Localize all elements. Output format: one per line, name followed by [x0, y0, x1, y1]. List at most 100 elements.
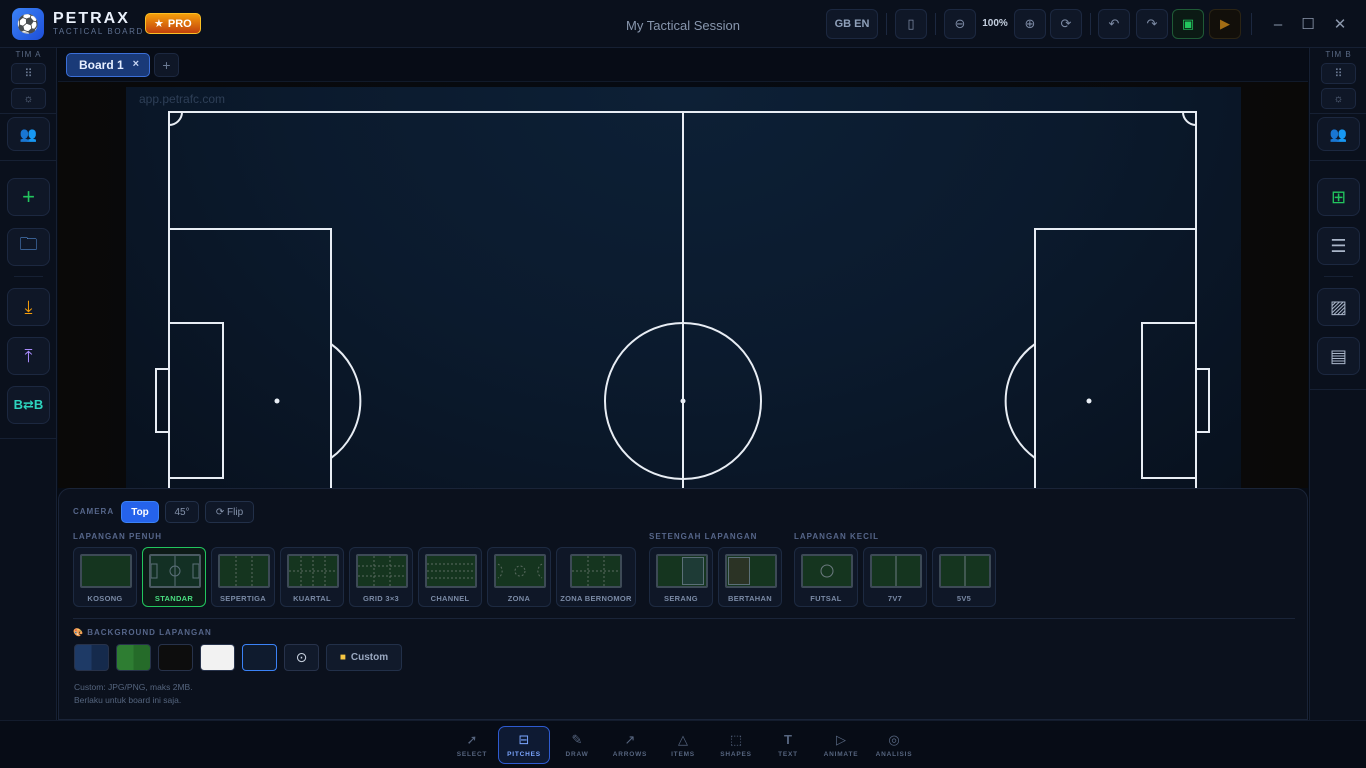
- board-tabs: Board 1 × +: [58, 48, 1308, 82]
- close-icon[interactable]: ✕: [1330, 14, 1350, 34]
- pitch-option-bertahan[interactable]: BERTAHAN: [718, 547, 782, 607]
- pitch-option-standar[interactable]: STANDAR: [142, 547, 206, 607]
- custom-background-button[interactable]: ■ Custom: [326, 644, 402, 671]
- language-button[interactable]: GB EN: [826, 9, 878, 39]
- brand-subtitle: TACTICAL BOARD: [53, 27, 144, 36]
- right-penalty-box: [1034, 228, 1197, 488]
- tool-items[interactable]: △ ITEMS: [657, 726, 709, 764]
- flip-button[interactable]: ⟳ Flip: [205, 501, 254, 523]
- pitch-option-label: GRID 3×3: [363, 594, 399, 603]
- image-icon[interactable]: ▨: [1317, 288, 1360, 326]
- players-icon[interactable]: 👥: [1317, 117, 1360, 151]
- app-window: ⚽ PETRAX TACTICAL BOARD ★ PRO My Tactical…: [0, 0, 1366, 768]
- players-icon[interactable]: 👥: [7, 117, 50, 151]
- color-picker-icon[interactable]: ⊙: [284, 644, 319, 671]
- sun-icon[interactable]: ☼: [11, 88, 46, 109]
- refresh-icon[interactable]: ⟳: [1050, 9, 1082, 39]
- download-icon[interactable]: ⤓: [7, 288, 50, 326]
- close-tab-icon[interactable]: ×: [133, 58, 139, 70]
- add-tab-button[interactable]: +: [154, 53, 179, 77]
- pitch-thumbnail: [287, 554, 339, 588]
- small-pitch-label: LAPANGAN KECIL: [794, 532, 879, 541]
- bg-swatch-navy[interactable]: [74, 644, 109, 671]
- left-penalty-spot: [274, 398, 280, 404]
- zoom-out-icon[interactable]: ⊖: [944, 9, 976, 39]
- pitch-thumbnail: [725, 554, 777, 588]
- folder-icon: ■: [339, 652, 346, 663]
- zoom-in-icon[interactable]: ⊕: [1014, 9, 1046, 39]
- half-pitch-label: SETENGAH LAPANGAN: [649, 532, 758, 541]
- camera-label: CAMERA: [73, 507, 115, 516]
- folder-icon[interactable]: 🗀: [7, 228, 50, 266]
- notes-icon[interactable]: ☰: [1317, 227, 1360, 265]
- session-title[interactable]: My Tactical Session: [583, 18, 783, 33]
- undo-icon[interactable]: ↶: [1098, 9, 1130, 39]
- grid-icon[interactable]: ⠿: [11, 63, 46, 84]
- pitch-option-kuartal[interactable]: KUARTAL: [280, 547, 344, 607]
- pitch-option-zona-bernomor[interactable]: ZONA BERNOMOR: [556, 547, 636, 607]
- tool-arrows[interactable]: ↗ ARROWS: [604, 726, 656, 764]
- bg-swatch-dark-blue[interactable]: [242, 644, 277, 671]
- pitch-option-kosong[interactable]: KOSONG: [73, 547, 137, 607]
- bg-swatch-green[interactable]: [116, 644, 151, 671]
- right-rail: TIM B ⠿ ☼ 👥 ⊞ ☰ ▨ ▤: [1309, 48, 1366, 720]
- pitch-option-5v5[interactable]: 5V5: [932, 547, 996, 607]
- pitch-thumbnail: [149, 554, 201, 588]
- pitch-option-label: 7V7: [887, 594, 903, 603]
- cone-icon: △: [678, 731, 688, 747]
- save-icon[interactable]: ▣: [1172, 9, 1204, 39]
- tool-animate[interactable]: ▷ ANIMATE: [815, 726, 867, 764]
- zoom-level: 100%: [982, 18, 1008, 29]
- tactical-canvas[interactable]: app.petrafc.com: [58, 82, 1308, 488]
- pitch-option-serang[interactable]: SERANG: [649, 547, 713, 607]
- bg-swatch-white[interactable]: [200, 644, 235, 671]
- pitch-option-label: ZONA: [507, 594, 531, 603]
- redo-icon[interactable]: ↷: [1136, 9, 1168, 39]
- sun-icon[interactable]: ☼: [1321, 88, 1356, 109]
- logo-icon: ⚽: [12, 8, 44, 40]
- minimize-icon[interactable]: –: [1268, 14, 1288, 34]
- pitch-option-7v7[interactable]: 7V7: [863, 547, 927, 607]
- tool-select[interactable]: ➚ SELECT: [446, 726, 498, 764]
- tab-label: Board 1: [79, 58, 124, 72]
- top-bar: ⚽ PETRAX TACTICAL BOARD ★ PRO My Tactical…: [0, 0, 1366, 48]
- team-a-label: TIM A: [15, 50, 42, 59]
- record-icon[interactable]: ▶: [1209, 9, 1241, 39]
- camera-45-button[interactable]: 45°: [165, 501, 199, 523]
- pitch-option-futsal[interactable]: FUTSAL: [794, 547, 858, 607]
- camera-top-button[interactable]: Top: [121, 501, 159, 523]
- pitch-thumbnail: [570, 554, 622, 588]
- pro-badge[interactable]: ★ PRO: [145, 13, 201, 34]
- attack-half-highlight: [682, 557, 704, 585]
- divider: [0, 160, 57, 161]
- pitch-option-grid[interactable]: GRID 3×3: [349, 547, 413, 607]
- pitch-thumbnail: [656, 554, 708, 588]
- pitch-thumbnail: [218, 554, 270, 588]
- upload-icon[interactable]: ⤒: [7, 337, 50, 375]
- pitch-option-label: ZONA BERNOMOR: [560, 594, 632, 603]
- right-goal-area: [1141, 322, 1197, 479]
- swap-icon[interactable]: B⇄B: [7, 386, 50, 424]
- tool-draw[interactable]: ✎ DRAW: [551, 726, 603, 764]
- grid-icon[interactable]: ⠿: [1321, 63, 1356, 84]
- tool-text[interactable]: T TEXT: [762, 726, 814, 764]
- tab-board-1[interactable]: Board 1 ×: [66, 53, 150, 77]
- pitch-option-sepertiga[interactable]: SEPERTIGA: [211, 547, 275, 607]
- tool-pitches[interactable]: ⊟ PITCHES: [498, 726, 550, 764]
- pitch-option-zona[interactable]: ZONA: [487, 547, 551, 607]
- maximize-icon[interactable]: ☐: [1298, 14, 1318, 34]
- pitch-thumbnail: [939, 554, 991, 588]
- pitch-option-label: KOSONG: [87, 594, 123, 603]
- bg-swatch-black[interactable]: [158, 644, 193, 671]
- add-icon[interactable]: +: [7, 178, 50, 216]
- tool-shapes[interactable]: ⬚ SHAPES: [710, 726, 762, 764]
- phone-icon[interactable]: ▯: [895, 9, 927, 39]
- analysis-icon: ◎: [888, 731, 900, 747]
- pitch-thumbnail: [80, 554, 132, 588]
- divider: [0, 113, 57, 114]
- corner-arc: [168, 111, 183, 126]
- pitch-option-channel[interactable]: CHANNEL: [418, 547, 482, 607]
- document-icon[interactable]: ▤: [1317, 337, 1360, 375]
- layout-icon[interactable]: ⊞: [1317, 178, 1360, 216]
- tool-analisis[interactable]: ◎ ANALISIS: [868, 726, 920, 764]
